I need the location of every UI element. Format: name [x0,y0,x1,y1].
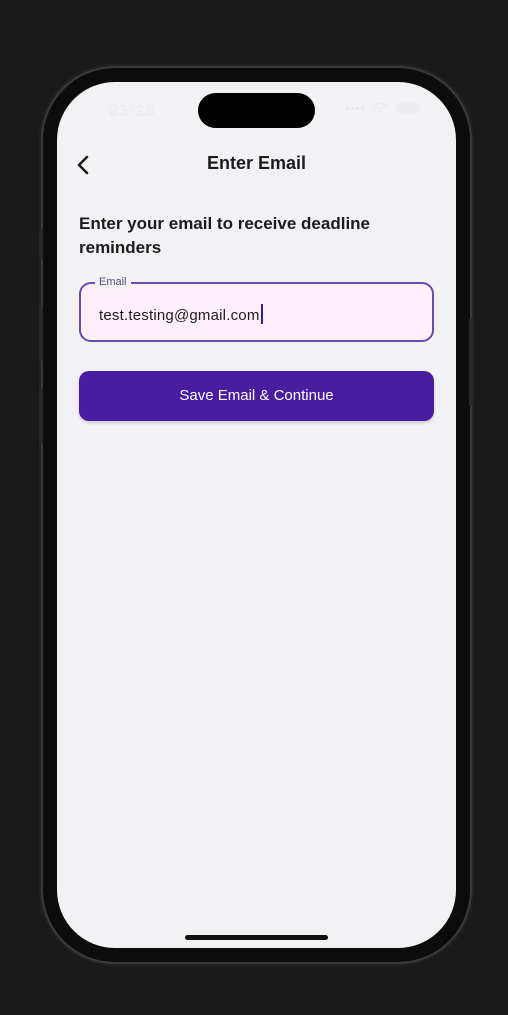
nav-bar: Enter Email [57,144,456,184]
phone-side-button [39,230,43,258]
email-input[interactable]: test.testing@gmail.com [99,304,263,324]
battery-icon [396,103,420,113]
phone-side-button [469,318,473,406]
email-field-label: Email [95,275,131,289]
save-email-button[interactable]: Save Email & Continue [79,371,434,421]
dynamic-island [198,93,315,128]
page-title: Enter Email [206,153,307,173]
status-time: 23:28 [109,101,155,120]
home-indicator[interactable] [185,935,328,940]
phone-side-button [39,305,43,361]
status-icons [346,102,420,114]
instruction-heading: Enter your email to receive deadline rem… [79,214,371,257]
signal-icon [346,106,364,110]
app-screen: 23:28 Enter Email Enter your email to re… [57,82,456,948]
text-caret [260,304,263,324]
email-field[interactable]: Email test.testing@gmail.com [79,275,434,342]
wifi-icon [372,102,388,114]
phone-side-button [39,388,43,444]
email-input-value: test.testing@gmail.com [99,307,260,324]
